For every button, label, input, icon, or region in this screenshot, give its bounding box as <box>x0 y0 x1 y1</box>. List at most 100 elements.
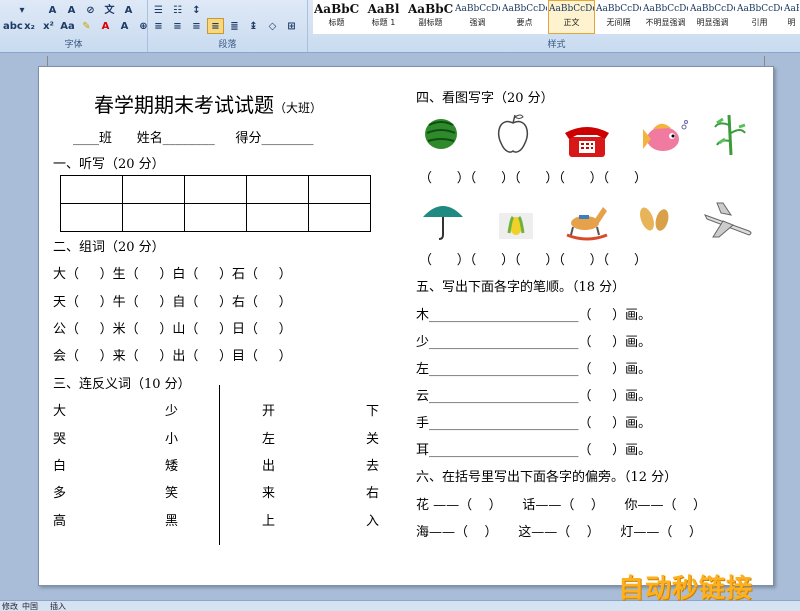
grid-cell[interactable] <box>246 203 309 232</box>
styles-group-label: 样式 <box>547 40 566 50</box>
antonym-word: 笑 <box>165 486 179 501</box>
grid-cell[interactable] <box>122 203 185 232</box>
watermark-logo: 自动秒链接 <box>618 574 754 604</box>
style-key-point[interactable]: AaBbCcDd 要点 <box>501 0 548 34</box>
font-size-dropdown[interactable]: ▾ <box>2 2 42 18</box>
page-corner-mark <box>764 56 774 66</box>
style-quote[interactable]: AaBbCcDd 引用 <box>736 0 783 34</box>
antonym-word: 去 <box>366 459 380 474</box>
grid-cell[interactable] <box>246 175 309 204</box>
antonym-word: 关 <box>366 432 380 447</box>
antonym-word: 右 <box>366 486 380 501</box>
antonym-word: 下 <box>366 404 380 419</box>
section-4-heading: 四、看图写字（20 分） <box>416 91 554 106</box>
style-intense[interactable]: AaBbCcDd明 <box>783 0 800 34</box>
antonym-word: 矮 <box>165 459 179 474</box>
exam-title-suffix: （大班） <box>274 101 323 115</box>
grid-cell[interactable] <box>60 203 123 232</box>
section-5-heading: 五、写出下面各字的笔顺。（18 分） <box>416 280 626 295</box>
antonym-word: 哭 <box>53 432 67 447</box>
antonym-word: 黑 <box>165 514 179 529</box>
word-group-row: 大（ ）生（ ）白（ ）石（ ） <box>53 267 292 282</box>
grid-cell[interactable] <box>184 175 247 204</box>
shading-icon[interactable]: ◇ <box>264 18 281 34</box>
subscript-icon[interactable]: x₂ <box>21 18 38 34</box>
dictation-grid <box>60 175 371 232</box>
student-info-line: ____班 姓名________ 得分________ <box>73 131 314 146</box>
style-subtle-emphasis[interactable]: AaBbCcDd 不明显强调 <box>642 0 689 34</box>
style-heading1[interactable]: AaBl 标题 1 <box>360 0 407 34</box>
antonym-word: 多 <box>53 486 67 501</box>
sort-icon[interactable]: ↕ <box>188 2 205 18</box>
status-language[interactable]: 中国 <box>22 601 38 611</box>
justify-icon[interactable]: ≡ <box>207 18 224 34</box>
watermelon-icon <box>425 119 457 149</box>
phonetic-icon[interactable]: 文 <box>101 2 118 18</box>
telephone-icon <box>565 127 609 157</box>
radical-row: 海——（ ） 这——（ ） 灯——（ ） <box>416 525 702 540</box>
word-group-row: 天（ ）牛（ ）自（ ）右（ ） <box>53 295 292 310</box>
superscript-icon[interactable]: x² <box>40 18 57 34</box>
style-title[interactable]: AaBbC 标题 <box>313 0 360 34</box>
align-center-icon[interactable]: ≡ <box>169 18 186 34</box>
strikethrough-icon[interactable]: abc <box>2 18 23 34</box>
grid-cell[interactable] <box>122 175 185 204</box>
grow-font-icon[interactable]: A <box>44 2 61 18</box>
highlight-icon[interactable]: ✎ <box>78 18 95 34</box>
styles-gallery: AaBbC 标题 AaBl 标题 1 AaBbC 副标题 AaBbCcDd 强调 AaB… <box>313 0 800 36</box>
picture-answer-row: （ ）（ ）（ ）（ ）（ ） <box>419 171 647 186</box>
style-intense-emphasis[interactable]: AaBbCcDd 明显强调 <box>689 0 736 34</box>
stroke-order-row: 左_______________________（ ）画。 <box>416 362 652 377</box>
bamboo-icon <box>714 114 746 156</box>
align-left-icon[interactable]: ≡ <box>150 18 167 34</box>
exam-title: 春学期期末考试试题（大班） <box>94 93 323 117</box>
radical-row: 花 ——（ ） 话——（ ） 你——（ ） <box>416 498 707 513</box>
stroke-order-row: 手_______________________（ ）画。 <box>416 416 652 431</box>
grid-cell[interactable] <box>308 203 371 232</box>
stroke-order-row: 耳_______________________（ ）画。 <box>416 443 652 458</box>
section-1-heading: 一、听写（20 分） <box>53 157 165 172</box>
column-divider <box>219 385 220 545</box>
ribbon: ▾ A A ⊘ 文 A abc x₂ x² Aa ✎ A A ⊕ 字体 ☰ ☷ … <box>0 0 800 53</box>
style-no-spacing[interactable]: AaBbCcDd 无间隔 <box>595 0 642 34</box>
airplane-icon <box>703 202 752 238</box>
numbering-icon[interactable]: ☷ <box>169 2 186 18</box>
antonym-word: 大 <box>53 404 67 419</box>
section-6-heading: 六、在括号里写出下面各字的偏旁。（12 分） <box>416 470 678 485</box>
clear-format-icon[interactable]: ⊘ <box>82 2 99 18</box>
style-subtitle[interactable]: AaBbC 副标题 <box>407 0 454 34</box>
style-emphasis[interactable]: AaBbCcDd 强调 <box>454 0 501 34</box>
distribute-icon[interactable]: ≣ <box>226 18 243 34</box>
font-color-icon[interactable]: A <box>97 18 114 34</box>
word-group-row: 公（ ）米（ ）山（ ）日（ ） <box>53 322 292 337</box>
paragraph-group: ☰ ☷ ↕ ≡ ≡ ≡ ≡ ≣ ↨ ◇ ⊞ 段落 <box>148 0 308 52</box>
antonym-word: 少 <box>165 404 179 419</box>
antonym-word: 左 <box>262 432 276 447</box>
antonym-word: 高 <box>53 514 67 529</box>
section-2-heading: 二、组词（20 分） <box>53 240 165 255</box>
align-right-icon[interactable]: ≡ <box>188 18 205 34</box>
bullets-icon[interactable]: ☰ <box>150 2 167 18</box>
grid-cell[interactable] <box>184 203 247 232</box>
fish-icon <box>643 120 688 151</box>
style-normal[interactable]: AaBbCcDd 正文 <box>548 0 595 34</box>
stroke-order-row: 云_______________________（ ）画。 <box>416 389 652 404</box>
line-spacing-icon[interactable]: ↨ <box>245 18 262 34</box>
antonym-word: 白 <box>53 459 67 474</box>
apple-icon <box>497 114 529 153</box>
antonym-word: 小 <box>165 432 179 447</box>
status-insert-mode[interactable]: 插入 <box>50 601 66 611</box>
border-char-icon[interactable]: A <box>120 2 137 18</box>
section-3-heading: 三、连反义词（10 分） <box>53 377 191 392</box>
status-revisions[interactable]: 修改 <box>2 601 18 611</box>
word-group-row: 会（ ）来（ ）出（ ）目（ ） <box>53 349 292 364</box>
char-shading-icon[interactable]: A <box>116 18 133 34</box>
document-page[interactable]: 春学期期末考试试题（大班） ____班 姓名________ 得分_______… <box>38 56 774 586</box>
antonym-word: 开 <box>262 404 276 419</box>
grid-cell[interactable] <box>308 175 371 204</box>
change-case-icon[interactable]: Aa <box>59 18 76 34</box>
shrink-font-icon[interactable]: A <box>63 2 80 18</box>
borders-icon[interactable]: ⊞ <box>283 18 300 34</box>
grid-cell[interactable] <box>60 175 123 204</box>
font-group: ▾ A A ⊘ 文 A abc x₂ x² Aa ✎ A A ⊕ 字体 <box>0 0 148 52</box>
